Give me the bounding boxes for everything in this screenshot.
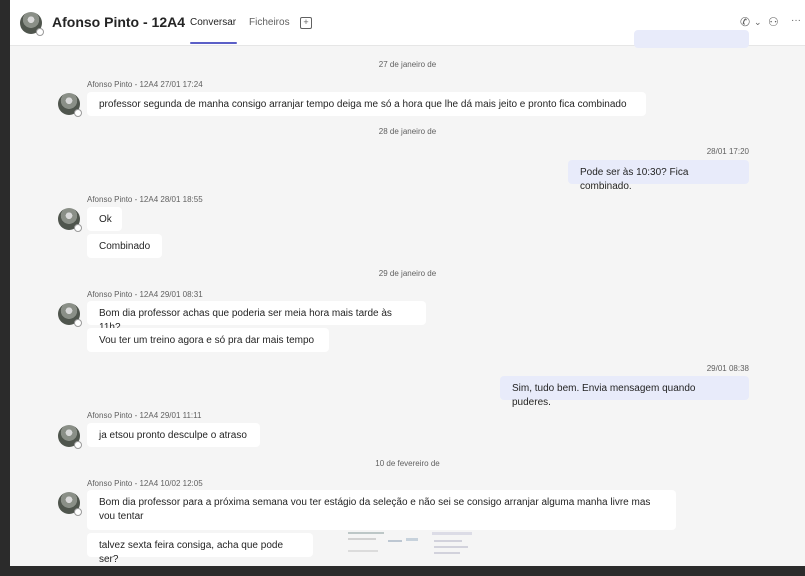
chat-window: Afonso Pinto - 12A4 Conversar Ficheiros …	[10, 0, 805, 566]
status-icon	[74, 224, 82, 232]
add-tab-icon[interactable]: +	[300, 17, 312, 29]
message-bubble[interactable]: Bom dia professor para a próxima semana …	[87, 490, 676, 530]
message-bubble[interactable]: ja etsou pronto desculpe o atraso	[87, 423, 260, 447]
message-meta: 29/01 08:38	[706, 364, 749, 373]
contact-avatar[interactable]	[20, 12, 44, 36]
message-bubble[interactable]: talvez sexta feira consiga, acha que pod…	[87, 533, 313, 565]
message-bubble[interactable]: Ok	[87, 207, 122, 231]
active-tab-indicator	[190, 42, 237, 44]
tab-conversar[interactable]: Conversar	[190, 17, 236, 28]
previous-message-bubble	[634, 30, 749, 48]
sender-avatar	[58, 425, 82, 449]
date-separator: 27 de janeiro de	[378, 60, 437, 69]
chevron-down-icon[interactable]: ⌄	[754, 17, 762, 28]
sender-avatar	[58, 492, 82, 516]
chat-title: Afonso Pinto - 12A4	[52, 14, 186, 30]
date-separator: 28 de janeiro de	[378, 127, 437, 136]
own-message-bubble[interactable]: Pode ser às 10:30? Fica combinado.	[568, 160, 749, 192]
tab-ficheiros[interactable]: Ficheiros	[249, 17, 290, 28]
status-icon	[74, 508, 82, 516]
message-meta: Afonso Pinto - 12A4 28/01 18:55	[87, 195, 203, 204]
people-icon[interactable]: ⚇	[768, 15, 779, 29]
more-options-icon[interactable]: ···	[791, 15, 801, 26]
message-meta: Afonso Pinto - 12A4 29/01 11:11	[87, 411, 202, 420]
own-message-bubble[interactable]: Sim, tudo bem. Envia mensagem quando pud…	[500, 376, 749, 408]
message-bubble[interactable]: Vou ter um treino agora e só pra dar mai…	[87, 328, 329, 352]
message-meta: 28/01 17:20	[706, 147, 749, 156]
status-icon	[36, 28, 44, 36]
date-separator: 29 de janeiro de	[378, 269, 437, 278]
date-separator: 10 de fevereiro de	[375, 459, 440, 468]
sender-avatar	[58, 303, 82, 327]
message-meta: Afonso Pinto - 12A4 10/02 12:05	[87, 479, 203, 488]
attachment-thumbnail[interactable]	[348, 530, 478, 566]
message-bubble[interactable]: professor segunda de manha consigo arran…	[87, 92, 646, 116]
sender-avatar	[58, 93, 82, 117]
message-bubble[interactable]: Combinado	[87, 234, 162, 258]
call-icon[interactable]: ✆	[740, 15, 750, 29]
message-bubble[interactable]: Bom dia professor achas que poderia ser …	[87, 301, 426, 333]
message-meta: Afonso Pinto - 12A4 27/01 17:24	[87, 80, 203, 89]
sender-avatar	[58, 208, 82, 232]
message-meta: Afonso Pinto - 12A4 29/01 08:31	[87, 290, 203, 299]
status-icon	[74, 441, 82, 449]
status-icon	[74, 109, 82, 117]
status-icon	[74, 319, 82, 327]
